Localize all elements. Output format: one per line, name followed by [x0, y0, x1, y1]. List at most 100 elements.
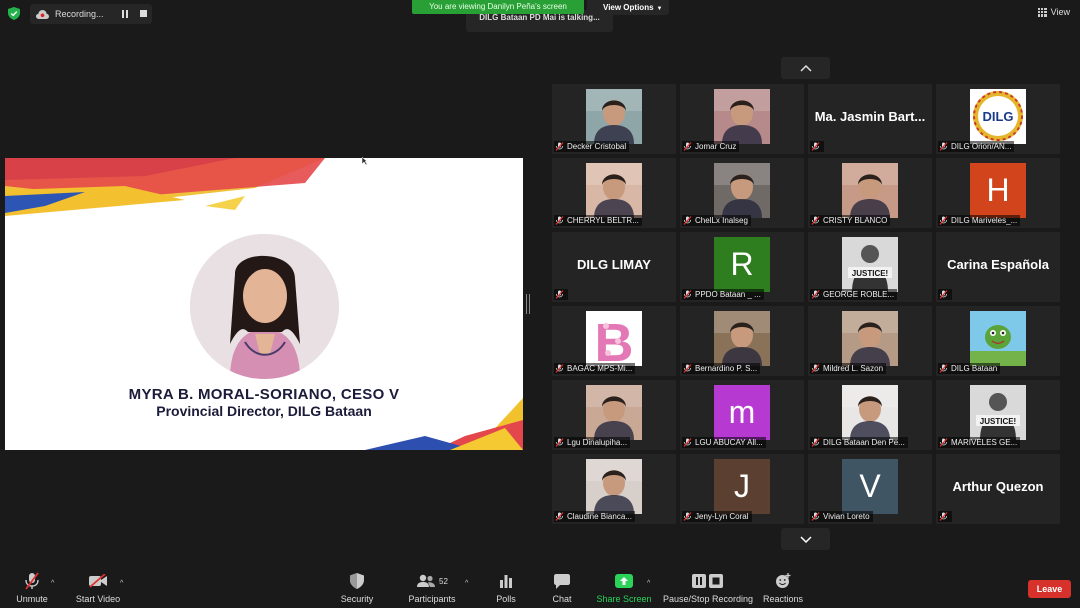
view-button[interactable]: View [1037, 7, 1070, 17]
participant-tile[interactable]: R PPDO Bataan _ ... [680, 232, 804, 302]
participant-profile-picture: B [586, 311, 642, 366]
mouse-cursor-icon [362, 157, 367, 165]
video-off-icon [89, 574, 107, 588]
participant-tile[interactable]: DILG Bataan [936, 306, 1060, 376]
participant-video [714, 311, 770, 366]
participant-name-tag: CHERRYL BELTR... [554, 215, 642, 226]
participant-video [842, 311, 898, 366]
chevron-down-icon [799, 535, 812, 543]
participants-button[interactable]: 52 Participants [405, 566, 459, 608]
reactions-button[interactable]: Reactions [762, 566, 804, 608]
muted-mic-icon [555, 438, 564, 447]
security-button[interactable]: Security [336, 566, 378, 608]
participant-name: GEORGE ROBLE... [823, 290, 895, 299]
participant-tile[interactable]: JUSTICE! GEORGE ROBLE... [808, 232, 932, 302]
muted-mic-icon [555, 512, 564, 521]
video-options-caret[interactable]: ^ [120, 580, 123, 587]
viewing-screen-banner: You are viewing Danilyn Peña's screen [412, 0, 584, 14]
view-options-dropdown[interactable]: View Options ▼ [587, 0, 669, 15]
gallery-next-button[interactable] [781, 528, 830, 550]
view-options-label: View Options [603, 3, 654, 12]
participant-name: MARIVELES GE... [951, 438, 1018, 447]
participant-tile[interactable]: CRISTY BLANCO [808, 158, 932, 228]
participant-tile[interactable]: Lgu Dinalupiha... [552, 380, 676, 450]
participant-tile[interactable]: DILG Bataan Den Pe... [808, 380, 932, 450]
participant-name: LGU ABUCAY All... [695, 438, 763, 447]
participant-avatar-initial: H [970, 163, 1026, 218]
zoom-meeting-window: Recording... DILG Bataan PD Mai is talki… [0, 0, 1080, 608]
participant-avatar-initial: R [714, 237, 770, 292]
participant-video [714, 163, 770, 218]
participant-name: Claudine Bianca... [567, 512, 632, 521]
participant-tile[interactable]: Decker Cristobal [552, 84, 676, 154]
svg-text:B: B [595, 313, 634, 366]
muted-mic-icon [811, 438, 820, 447]
participant-tile[interactable]: V Vivian Loreto [808, 454, 932, 524]
participant-display-name: DILG LIMAY [577, 257, 651, 272]
leave-button[interactable]: Leave [1028, 580, 1071, 598]
participant-name-tag: MARIVELES GE... [938, 437, 1021, 448]
participant-avatar-initial: m [714, 385, 770, 440]
muted-mic-icon [811, 216, 820, 225]
participant-name: CRISTY BLANCO [823, 216, 888, 225]
participant-tile[interactable]: Bernardino P. S... [680, 306, 804, 376]
participant-name-tag: DILG Bataan [938, 363, 1001, 374]
participant-tile[interactable]: B BAGAC MPS-Mi... [552, 306, 676, 376]
unmute-button[interactable]: Unmute [12, 566, 52, 608]
participant-name-tag: DILG Orion/AN... [938, 141, 1015, 152]
polls-button[interactable]: Polls [490, 566, 522, 608]
security-label: Security [340, 594, 374, 604]
muted-mic-icon [939, 438, 948, 447]
chat-button[interactable]: Chat [546, 566, 578, 608]
participant-tile[interactable]: Mildred L. Sazon [808, 306, 932, 376]
participant-name-tag: ChelLx Inalseg [682, 215, 751, 226]
muted-mic-icon [939, 512, 948, 521]
participant-profile-picture: JUSTICE! [970, 385, 1026, 440]
participant-profile-picture: JUSTICE! [842, 237, 898, 292]
pause-recording-icon[interactable] [121, 10, 129, 18]
participant-name-tag: Jeny-Lyn Coral [682, 511, 752, 522]
participant-tile[interactable]: DILG LIMAY [552, 232, 676, 302]
encryption-shield-icon[interactable] [8, 7, 20, 20]
stop-recording-icon[interactable] [140, 10, 147, 17]
participant-tile[interactable]: J Jeny-Lyn Coral [680, 454, 804, 524]
muted-mic-icon [555, 142, 564, 151]
gallery-prev-button[interactable] [781, 57, 830, 79]
participant-name: ChelLx Inalseg [695, 216, 748, 225]
participants-options-caret[interactable]: ^ [465, 580, 468, 587]
audio-options-caret[interactable]: ^ [51, 580, 54, 587]
chevron-down-icon: ▼ [656, 6, 663, 12]
participant-tile[interactable]: Arthur Quezon [936, 454, 1060, 524]
muted-mic-icon [683, 290, 692, 299]
participant-tile[interactable]: Claudine Bianca... [552, 454, 676, 524]
participant-name: Jomar Cruz [695, 142, 737, 151]
share-screen-button[interactable]: Share Screen [596, 566, 652, 608]
muted-mic-icon [683, 438, 692, 447]
share-options-caret[interactable]: ^ [647, 580, 650, 587]
pause-stop-icon [692, 574, 723, 588]
start-video-button[interactable]: Start Video [72, 566, 124, 608]
participant-name: BAGAC MPS-Mi... [567, 364, 633, 373]
participant-tile[interactable]: Jomar Cruz [680, 84, 804, 154]
participant-name-tag: CRISTY BLANCO [810, 215, 891, 226]
participant-name: DILG Orion/AN... [951, 142, 1012, 151]
recording-indicator: Recording... [30, 4, 152, 24]
muted-mic-icon [811, 512, 820, 521]
participant-tile[interactable]: m LGU ABUCAY All... [680, 380, 804, 450]
participant-tile[interactable]: H DILG Mariveles_... [936, 158, 1060, 228]
security-shield-icon [350, 573, 364, 589]
svg-text:JUSTICE!: JUSTICE! [852, 269, 888, 278]
split-resize-handle[interactable] [526, 294, 530, 314]
participant-tile[interactable]: DILG DILG Orion/AN... [936, 84, 1060, 154]
participant-tile[interactable]: Carina Española [936, 232, 1060, 302]
participant-tile[interactable]: ChelLx Inalseg [680, 158, 804, 228]
muted-mic-icon [683, 364, 692, 373]
participant-tile[interactable]: JUSTICE! MARIVELES GE... [936, 380, 1060, 450]
participant-video [714, 89, 770, 144]
participant-tile[interactable]: Ma. Jasmin Bart... [808, 84, 932, 154]
pause-stop-recording-button[interactable]: Pause/Stop Recording [662, 566, 754, 608]
polls-label: Polls [496, 594, 516, 604]
participant-tile[interactable]: CHERRYL BELTR... [552, 158, 676, 228]
polls-icon [500, 575, 512, 588]
participant-avatar-initial: V [842, 459, 898, 514]
